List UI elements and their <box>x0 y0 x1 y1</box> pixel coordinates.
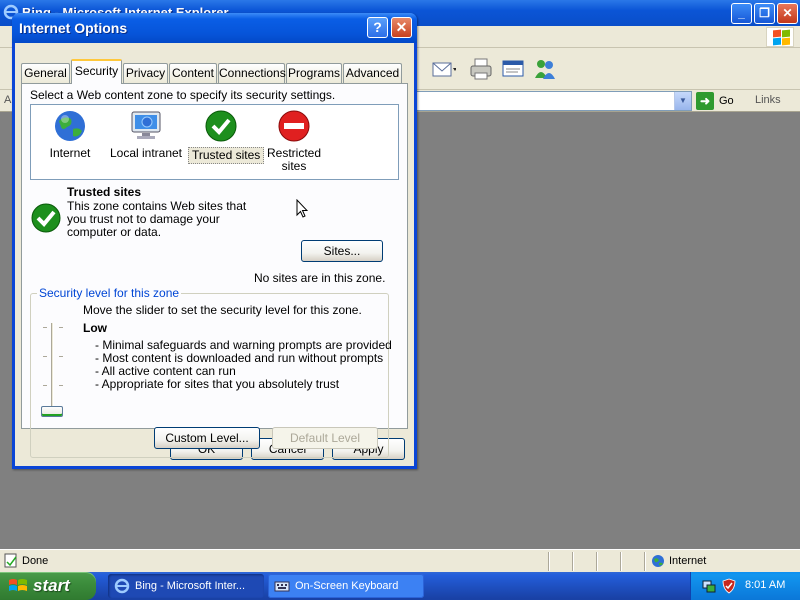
zone-local-intranet[interactable]: Local intranet <box>109 107 183 177</box>
zone-label: Restricted sites <box>266 146 322 173</box>
address-dropdown-icon[interactable]: ▼ <box>674 92 691 110</box>
globe-icon <box>55 111 85 141</box>
status-divider <box>644 552 646 571</box>
links-button[interactable]: Links <box>755 94 781 106</box>
taskbar-item-label: Bing - Microsoft Inter... <box>135 580 246 592</box>
tab-security[interactable]: Security <box>71 59 122 84</box>
zone-internet[interactable]: Internet <box>45 107 95 177</box>
sites-button[interactable]: Sites... <box>301 240 383 262</box>
messenger-icon[interactable] <box>532 56 558 82</box>
zone-instruction: Select a Web content zone to specify its… <box>30 88 336 102</box>
address-input[interactable]: ▼ <box>416 91 692 111</box>
trusted-sites-check-icon <box>31 203 61 233</box>
slider-tick <box>43 356 47 357</box>
status-divider <box>596 552 598 571</box>
zone-description: This zone contains Web sites that you tr… <box>67 199 247 239</box>
zone-list: Internet Local intranet Trusted sites Re… <box>30 104 399 180</box>
security-level-name: Low <box>83 321 107 335</box>
computer-icon <box>131 111 161 139</box>
security-level-bullet: - Appropriate for sites that you absolut… <box>95 377 340 391</box>
security-level-group: Security level for this zone Move the sl… <box>30 286 392 458</box>
internet-zone-globe-icon <box>652 555 664 567</box>
help-button[interactable]: ? <box>367 17 388 38</box>
zone-label-selected: Trusted sites <box>188 147 265 164</box>
mouse-cursor-icon <box>296 199 308 218</box>
network-icon[interactable] <box>701 578 717 594</box>
security-tab-panel: Select a Web content zone to specify its… <box>21 83 408 458</box>
tray-clock: 8:01 AM <box>745 579 786 591</box>
status-divider <box>620 552 622 571</box>
zone-heading: Trusted sites <box>67 185 142 199</box>
security-group-label: Security level for this zone <box>37 286 182 300</box>
taskbar-item-onscreen-keyboard[interactable]: On-Screen Keyboard <box>268 574 424 598</box>
print-icon[interactable] <box>468 56 494 82</box>
ie-logo-icon <box>114 578 130 594</box>
default-level-button[interactable]: Default Level <box>272 427 378 449</box>
security-level-bullet: - Most content is downloaded and run wit… <box>95 351 384 365</box>
windows-xp-logo-icon <box>766 27 794 47</box>
zone-trusted-sites[interactable]: Trusted sites <box>186 107 265 177</box>
windows-flag-icon <box>9 579 27 591</box>
security-level-bullet: - All active content can run <box>95 364 236 378</box>
go-button[interactable]: ➜ Go <box>696 92 746 110</box>
sites-note: No sites are in this zone. <box>254 271 386 285</box>
red-no-entry-icon <box>278 110 310 142</box>
security-slider-track[interactable] <box>51 323 54 413</box>
slider-instruction: Move the slider to set the security leve… <box>83 303 362 317</box>
slider-tick <box>59 327 63 328</box>
zone-status-text: Internet <box>669 555 707 567</box>
zone-label: Local intranet <box>109 146 183 160</box>
zone-restricted-sites[interactable]: Restricted sites <box>263 107 325 177</box>
tab-content[interactable]: Content <box>169 63 217 83</box>
dialog-title: Internet Options <box>19 20 128 36</box>
ie-statusbar: Done Internet <box>0 549 800 572</box>
status-divider <box>572 552 574 571</box>
internet-options-dialog: Internet Options ? ✕ General Security Pr… <box>12 13 417 469</box>
status-text: Done <box>22 555 49 567</box>
dialog-titlebar[interactable]: Internet Options ? ✕ <box>12 13 417 43</box>
page-done-icon <box>4 553 17 568</box>
tab-privacy[interactable]: Privacy <box>123 63 168 83</box>
mail-icon[interactable] <box>430 56 456 82</box>
go-arrow-icon: ➜ <box>696 92 714 110</box>
dialog-body: General Security Privacy Content Connect… <box>15 43 414 466</box>
start-button[interactable]: start <box>0 572 96 600</box>
green-check-icon <box>205 110 237 142</box>
security-slider-thumb[interactable] <box>41 406 63 417</box>
slider-tick <box>59 356 63 357</box>
start-label: start <box>33 576 70 595</box>
security-shield-icon[interactable] <box>721 578 737 594</box>
go-label: Go <box>719 95 734 107</box>
system-tray: 8:01 AM <box>690 572 800 600</box>
close-icon[interactable]: ✕ <box>777 3 798 24</box>
custom-level-button[interactable]: Custom Level... <box>154 427 260 449</box>
taskbar-item-label: On-Screen Keyboard <box>295 580 399 592</box>
taskbar: start Bing - Microsoft Inter... On-Scree… <box>0 572 800 600</box>
zone-label: Internet <box>49 146 91 160</box>
security-level-bullet: - Minimal safeguards and warning prompts… <box>95 338 392 352</box>
restore-icon[interactable]: ❐ <box>754 3 775 24</box>
tab-connections[interactable]: Connections <box>218 63 286 83</box>
status-divider <box>548 552 550 571</box>
address-label: A <box>4 94 12 106</box>
keyboard-icon <box>274 581 290 592</box>
slider-tick <box>59 385 63 386</box>
edit-icon[interactable] <box>500 56 526 82</box>
tab-programs[interactable]: Programs <box>286 63 342 83</box>
tab-general[interactable]: General <box>21 63 70 83</box>
close-button[interactable]: ✕ <box>391 17 412 38</box>
taskbar-item-ie[interactable]: Bing - Microsoft Inter... <box>108 574 264 598</box>
slider-tick <box>43 385 47 386</box>
slider-tick <box>43 327 47 328</box>
minimize-icon[interactable]: _ <box>731 3 752 24</box>
tab-advanced[interactable]: Advanced <box>343 63 402 83</box>
